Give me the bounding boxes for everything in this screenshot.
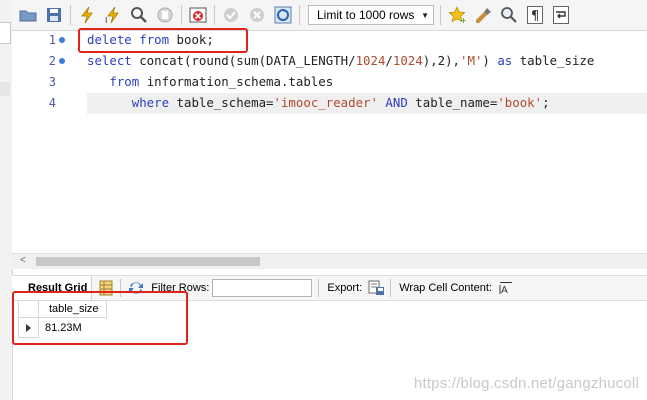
left-panel-divider bbox=[0, 82, 10, 96]
favorite-icon[interactable]: + bbox=[447, 5, 467, 25]
sql-literal: 1024 bbox=[355, 53, 386, 68]
line-number: 4 bbox=[48, 96, 56, 110]
sql-literal: 'imooc_reader' bbox=[273, 95, 378, 110]
scrollbar-thumb[interactable] bbox=[36, 257, 260, 266]
export-label: Export: bbox=[327, 282, 363, 294]
limit-rows-label: Limit to 1000 rows bbox=[317, 8, 415, 22]
highlight-box-delete-statement bbox=[78, 28, 248, 53]
invisibles-icon[interactable]: ¶ bbox=[525, 5, 545, 25]
sql-text: ; bbox=[542, 95, 550, 110]
open-folder-icon[interactable] bbox=[18, 5, 38, 25]
left-panel-input-edge bbox=[0, 22, 11, 44]
filter-rows-input[interactable] bbox=[212, 279, 313, 297]
find-icon[interactable] bbox=[499, 5, 519, 25]
sql-text: table_schema= bbox=[169, 95, 274, 110]
sql-editor[interactable]: 1 2 3 4 delete from book; select concat(… bbox=[12, 28, 647, 253]
sql-text: information_schema.tables bbox=[139, 74, 334, 89]
wrap-cell-icon[interactable]: A bbox=[498, 280, 514, 296]
scroll-left-icon[interactable]: < bbox=[20, 255, 26, 266]
sql-text: table_size bbox=[512, 53, 595, 68]
watermark: https://blog.csdn.net/gangzhucoll bbox=[413, 375, 639, 392]
line-number: 2 bbox=[48, 54, 56, 68]
svg-text:¶: ¶ bbox=[531, 9, 539, 24]
svg-text:A: A bbox=[501, 285, 508, 295]
toolbar-separator bbox=[318, 279, 320, 297]
line-number: 3 bbox=[48, 75, 56, 89]
export-icon[interactable] bbox=[368, 280, 385, 296]
explain-icon[interactable] bbox=[129, 5, 149, 25]
sql-text: / bbox=[385, 53, 393, 68]
save-icon[interactable] bbox=[44, 5, 64, 25]
sql-keyword: from bbox=[109, 74, 140, 89]
chevron-down-icon: ▼ bbox=[421, 10, 429, 20]
highlight-box-result bbox=[12, 291, 188, 345]
commit-icon[interactable] bbox=[221, 5, 241, 25]
wrap-icon[interactable] bbox=[551, 5, 571, 25]
toolbar-separator bbox=[181, 5, 182, 25]
autocommit-icon[interactable] bbox=[273, 5, 293, 25]
sql-keyword: AND bbox=[385, 95, 408, 110]
rollback-icon[interactable] bbox=[247, 5, 267, 25]
toolbar-separator bbox=[70, 5, 71, 25]
sql-keyword: select bbox=[87, 53, 132, 68]
toolbar-separator bbox=[299, 5, 300, 25]
toggle-error-icon[interactable] bbox=[188, 5, 208, 25]
sql-text: table_name= bbox=[407, 95, 498, 110]
wrap-cell-content-label: Wrap Cell Content: bbox=[399, 282, 492, 294]
svg-text:+: + bbox=[460, 16, 466, 24]
svg-text:I: I bbox=[105, 16, 107, 24]
sql-literal: 1024 bbox=[392, 53, 423, 68]
code-line: select concat(round(sum(DATA_LENGTH/1024… bbox=[87, 53, 594, 68]
beautify-icon[interactable] bbox=[473, 5, 493, 25]
toolbar-separator bbox=[390, 279, 392, 297]
sql-keyword: as bbox=[497, 53, 513, 68]
sql-toolbar: I Limit to 1000 rows ▼ + ¶ bbox=[12, 0, 647, 31]
line-number: 1 bbox=[48, 33, 56, 47]
sql-text: concat(round(sum(DATA_LENGTH/ bbox=[131, 53, 356, 68]
code-line: from information_schema.tables bbox=[87, 74, 333, 89]
execute-current-icon[interactable]: I bbox=[103, 5, 123, 25]
statement-marker-icon bbox=[59, 58, 65, 64]
statement-marker-icon bbox=[59, 37, 65, 43]
toolbar-separator bbox=[214, 5, 215, 25]
sql-literal: 'book' bbox=[497, 95, 543, 110]
sql-literal: 'M' bbox=[460, 53, 483, 68]
limit-rows-select[interactable]: Limit to 1000 rows ▼ bbox=[308, 5, 434, 25]
code-line: where table_schema='imooc_reader' AND ta… bbox=[87, 95, 550, 110]
sql-text: ),2), bbox=[422, 53, 461, 68]
execute-icon[interactable] bbox=[77, 5, 97, 25]
sql-text: ) bbox=[482, 53, 498, 68]
sql-keyword: where bbox=[131, 95, 170, 110]
toolbar-separator bbox=[440, 5, 441, 25]
editor-horizontal-scrollbar[interactable]: < bbox=[12, 253, 647, 269]
stop-icon[interactable] bbox=[155, 5, 175, 25]
